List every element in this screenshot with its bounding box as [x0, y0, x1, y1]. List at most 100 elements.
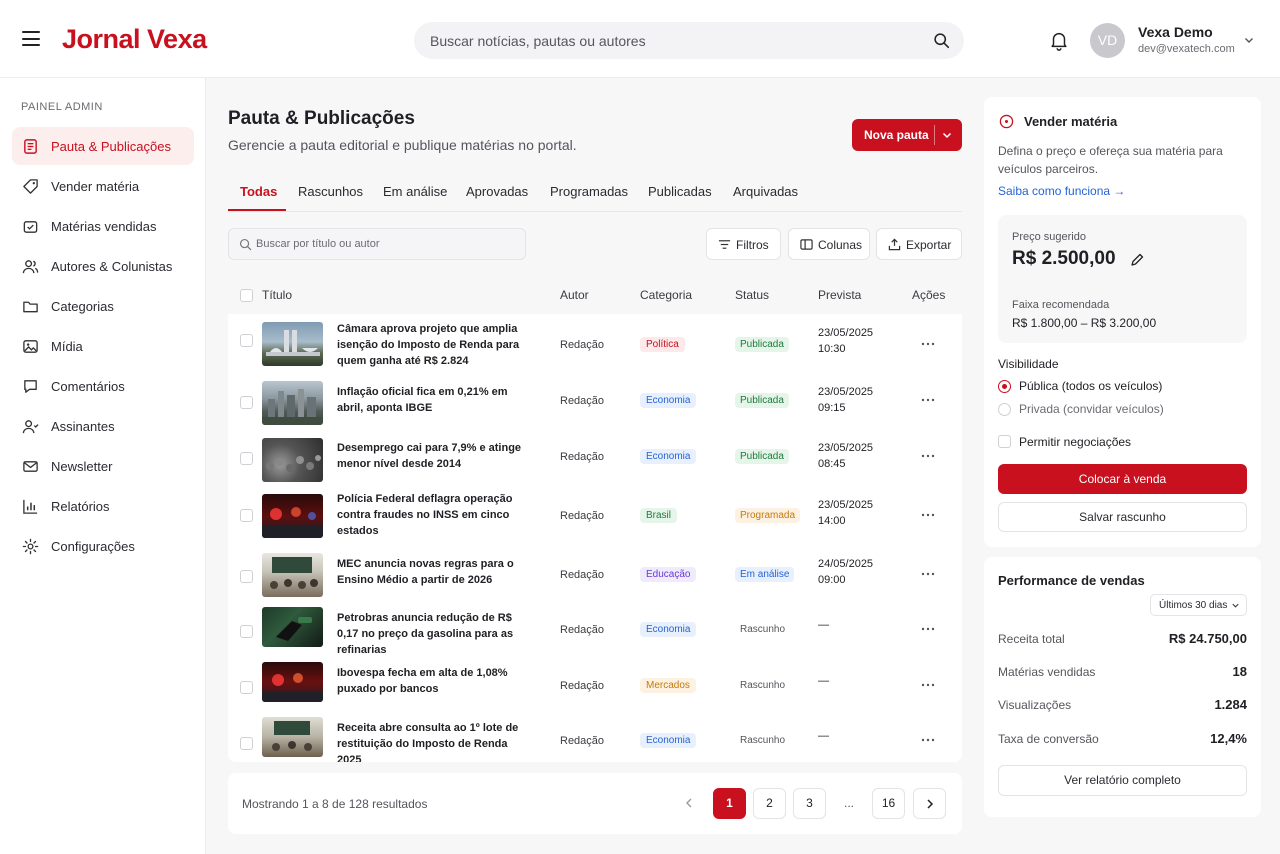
more-actions-icon[interactable]: [921, 339, 935, 349]
new-pauta-button[interactable]: Nova pauta: [852, 119, 962, 151]
sidebar-item-configuracoes[interactable]: Configurações: [12, 527, 194, 565]
sidebar-item-categorias[interactable]: Categorias: [12, 287, 194, 325]
article-thumbnail[interactable]: [262, 494, 323, 538]
visibility-private-radio[interactable]: [998, 403, 1011, 416]
table-row[interactable]: Receita abre consulta ao 1º lote de rest…: [228, 716, 962, 762]
table-row[interactable]: MEC anuncia novas regras para o Ensino M…: [228, 548, 962, 604]
article-thumbnail[interactable]: [262, 553, 323, 597]
article-thumbnail[interactable]: [262, 438, 323, 482]
chevron-down-icon[interactable]: [1243, 34, 1255, 46]
menu-icon[interactable]: [22, 31, 40, 46]
sidebar-item-vendidas[interactable]: Matérias vendidas: [12, 207, 194, 245]
tab-publicadas[interactable]: Publicadas: [648, 184, 712, 199]
more-actions-icon[interactable]: [921, 569, 935, 579]
global-search: [414, 22, 964, 59]
sidebar-item-autores[interactable]: Autores & Colunistas: [12, 247, 194, 285]
row-checkbox[interactable]: [240, 625, 253, 638]
row-checkbox[interactable]: [240, 509, 253, 522]
column-header-status[interactable]: Status: [735, 288, 769, 302]
page-button[interactable]: 3: [793, 788, 826, 819]
tab-rascunhos[interactable]: Rascunhos: [298, 184, 363, 199]
row-checkbox[interactable]: [240, 570, 253, 583]
column-header-title[interactable]: Título: [262, 288, 292, 302]
article-title[interactable]: Câmara aprova projeto que amplia isenção…: [337, 321, 532, 369]
logo[interactable]: Jornal Vexa: [62, 24, 207, 55]
article-thumbnail[interactable]: [262, 717, 323, 757]
page-button[interactable]: 16: [872, 788, 905, 819]
more-actions-icon[interactable]: [921, 510, 935, 520]
table-row[interactable]: Câmara aprova projeto que amplia isenção…: [228, 314, 962, 374]
article-title[interactable]: Ibovespa fecha em alta de 1,08% puxado p…: [337, 665, 532, 697]
visibility-public-radio[interactable]: [998, 380, 1011, 393]
article-title[interactable]: Inflação oficial fica em 0,21% em abril,…: [337, 384, 532, 416]
article-thumbnail[interactable]: [262, 607, 323, 647]
table-row[interactable]: Inflação oficial fica em 0,21% em abril,…: [228, 374, 962, 430]
chevron-down-icon[interactable]: [941, 129, 953, 141]
article-title[interactable]: Petrobras anuncia redução de R$ 0,17 no …: [337, 610, 532, 658]
tab-em-analise[interactable]: Em análise: [383, 184, 447, 199]
folder-icon: [23, 301, 38, 313]
more-actions-icon[interactable]: [921, 735, 935, 745]
sidebar-item-newsletter[interactable]: Newsletter: [12, 447, 194, 485]
page-button[interactable]: 2: [753, 788, 786, 819]
chevron-left-icon[interactable]: [682, 796, 696, 810]
column-header-category[interactable]: Categoria: [640, 288, 692, 302]
negotiation-label[interactable]: Permitir negociações: [1019, 435, 1131, 449]
columns-button[interactable]: Colunas: [788, 228, 870, 260]
visibility-private-label[interactable]: Privada (convidar veículos): [1019, 402, 1164, 416]
more-actions-icon[interactable]: [921, 395, 935, 405]
bell-icon[interactable]: [1048, 29, 1070, 51]
sidebar-item-assinantes[interactable]: Assinantes: [12, 407, 194, 445]
row-checkbox[interactable]: [240, 681, 253, 694]
row-checkbox[interactable]: [240, 452, 253, 465]
search-icon[interactable]: [933, 32, 950, 49]
column-header-author[interactable]: Autor: [560, 288, 589, 302]
global-search-input[interactable]: [430, 22, 920, 59]
table-row[interactable]: Ibovespa fecha em alta de 1,08% puxado p…: [228, 660, 962, 716]
full-report-button[interactable]: Ver relatório completo: [998, 765, 1247, 796]
how-it-works-link[interactable]: Saiba como funciona →: [998, 184, 1125, 198]
table-row[interactable]: Petrobras anuncia redução de R$ 0,17 no …: [228, 604, 962, 660]
next-page-button[interactable]: [913, 788, 946, 819]
table-row[interactable]: Desemprego cai para 7,9% e atinge menor …: [228, 430, 962, 486]
article-thumbnail[interactable]: [262, 662, 323, 702]
more-actions-icon[interactable]: [921, 624, 935, 634]
avatar[interactable]: VD: [1090, 23, 1125, 58]
article-title[interactable]: Desemprego cai para 7,9% e atinge menor …: [337, 440, 532, 472]
select-all-checkbox[interactable]: [240, 289, 253, 302]
article-title[interactable]: Polícia Federal deflagra operação contra…: [337, 491, 532, 539]
filters-button[interactable]: Filtros: [706, 228, 781, 260]
export-button[interactable]: Exportar: [876, 228, 962, 260]
row-checkbox[interactable]: [240, 396, 253, 409]
article-thumbnail[interactable]: [262, 322, 323, 366]
sidebar-item-comentarios[interactable]: Comentários: [12, 367, 194, 405]
tab-aprovadas[interactable]: Aprovadas: [466, 184, 528, 199]
row-checkbox[interactable]: [240, 737, 253, 750]
sell-button[interactable]: Colocar à venda: [998, 464, 1247, 494]
bag-check-icon: [23, 221, 38, 233]
sidebar-item-pauta[interactable]: Pauta & Publicações: [12, 127, 194, 165]
article-thumbnail[interactable]: [262, 381, 323, 425]
sidebar-item-vender[interactable]: Vender matéria: [12, 167, 194, 205]
export-icon: [888, 238, 901, 251]
sidebar-item-relatorios[interactable]: Relatórios: [12, 487, 194, 525]
visibility-public-label[interactable]: Pública (todos os veículos): [1019, 379, 1162, 393]
column-header-scheduled[interactable]: Prevista: [818, 288, 861, 302]
tab-arquivadas[interactable]: Arquivadas: [733, 184, 798, 199]
period-select[interactable]: Últimos 30 dias: [1150, 594, 1247, 616]
save-draft-button[interactable]: Salvar rascunho: [998, 502, 1247, 532]
negotiation-checkbox[interactable]: [998, 435, 1011, 448]
more-actions-icon[interactable]: [921, 680, 935, 690]
more-actions-icon[interactable]: [921, 451, 935, 461]
pencil-icon[interactable]: [1130, 253, 1144, 267]
table-search-input[interactable]: [256, 229, 516, 259]
scheduled-date: 23/05/2025 09:15: [818, 384, 873, 416]
table-row[interactable]: Polícia Federal deflagra operação contra…: [228, 486, 962, 548]
sidebar-item-midia[interactable]: Mídia: [12, 327, 194, 365]
tab-programadas[interactable]: Programadas: [550, 184, 628, 199]
tab-todas[interactable]: Todas: [240, 184, 277, 199]
page-button[interactable]: 1: [713, 788, 746, 819]
article-title[interactable]: Receita abre consulta ao 1º lote de rest…: [337, 720, 532, 762]
row-checkbox[interactable]: [240, 334, 253, 347]
article-title[interactable]: MEC anuncia novas regras para o Ensino M…: [337, 556, 532, 588]
